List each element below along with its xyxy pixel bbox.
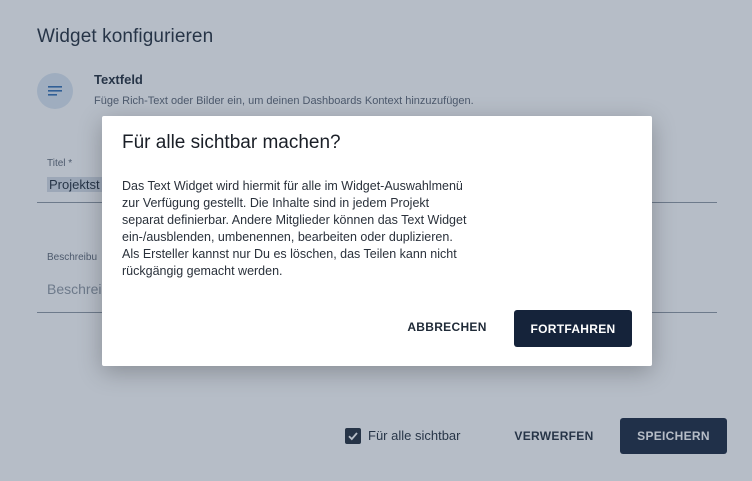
continue-button[interactable]: FORTFAHREN <box>514 310 632 347</box>
dialog-body-line: rückgängig gemacht werden. <box>122 264 283 278</box>
make-visible-dialog: Für alle sichtbar machen? Das Text Widge… <box>102 116 652 366</box>
cancel-button[interactable]: ABBRECHEN <box>398 312 496 342</box>
dialog-body-line: Als Ersteller kannst nur Du es löschen, … <box>122 247 457 261</box>
dialog-body: Das Text Widget wird hiermit für alle im… <box>122 178 522 280</box>
dialog-body-line: ein-/ausblenden, umbenennen, bearbeiten … <box>122 230 453 244</box>
dialog-body-line: Das Text Widget wird hiermit für alle im… <box>122 179 463 193</box>
dialog-body-line: zur Verfügung gestellt. Die Inhalte sind… <box>122 196 430 210</box>
dialog-body-line: separat definierbar. Andere Mitglieder k… <box>122 213 467 227</box>
dialog-title: Für alle sichtbar machen? <box>122 132 341 153</box>
